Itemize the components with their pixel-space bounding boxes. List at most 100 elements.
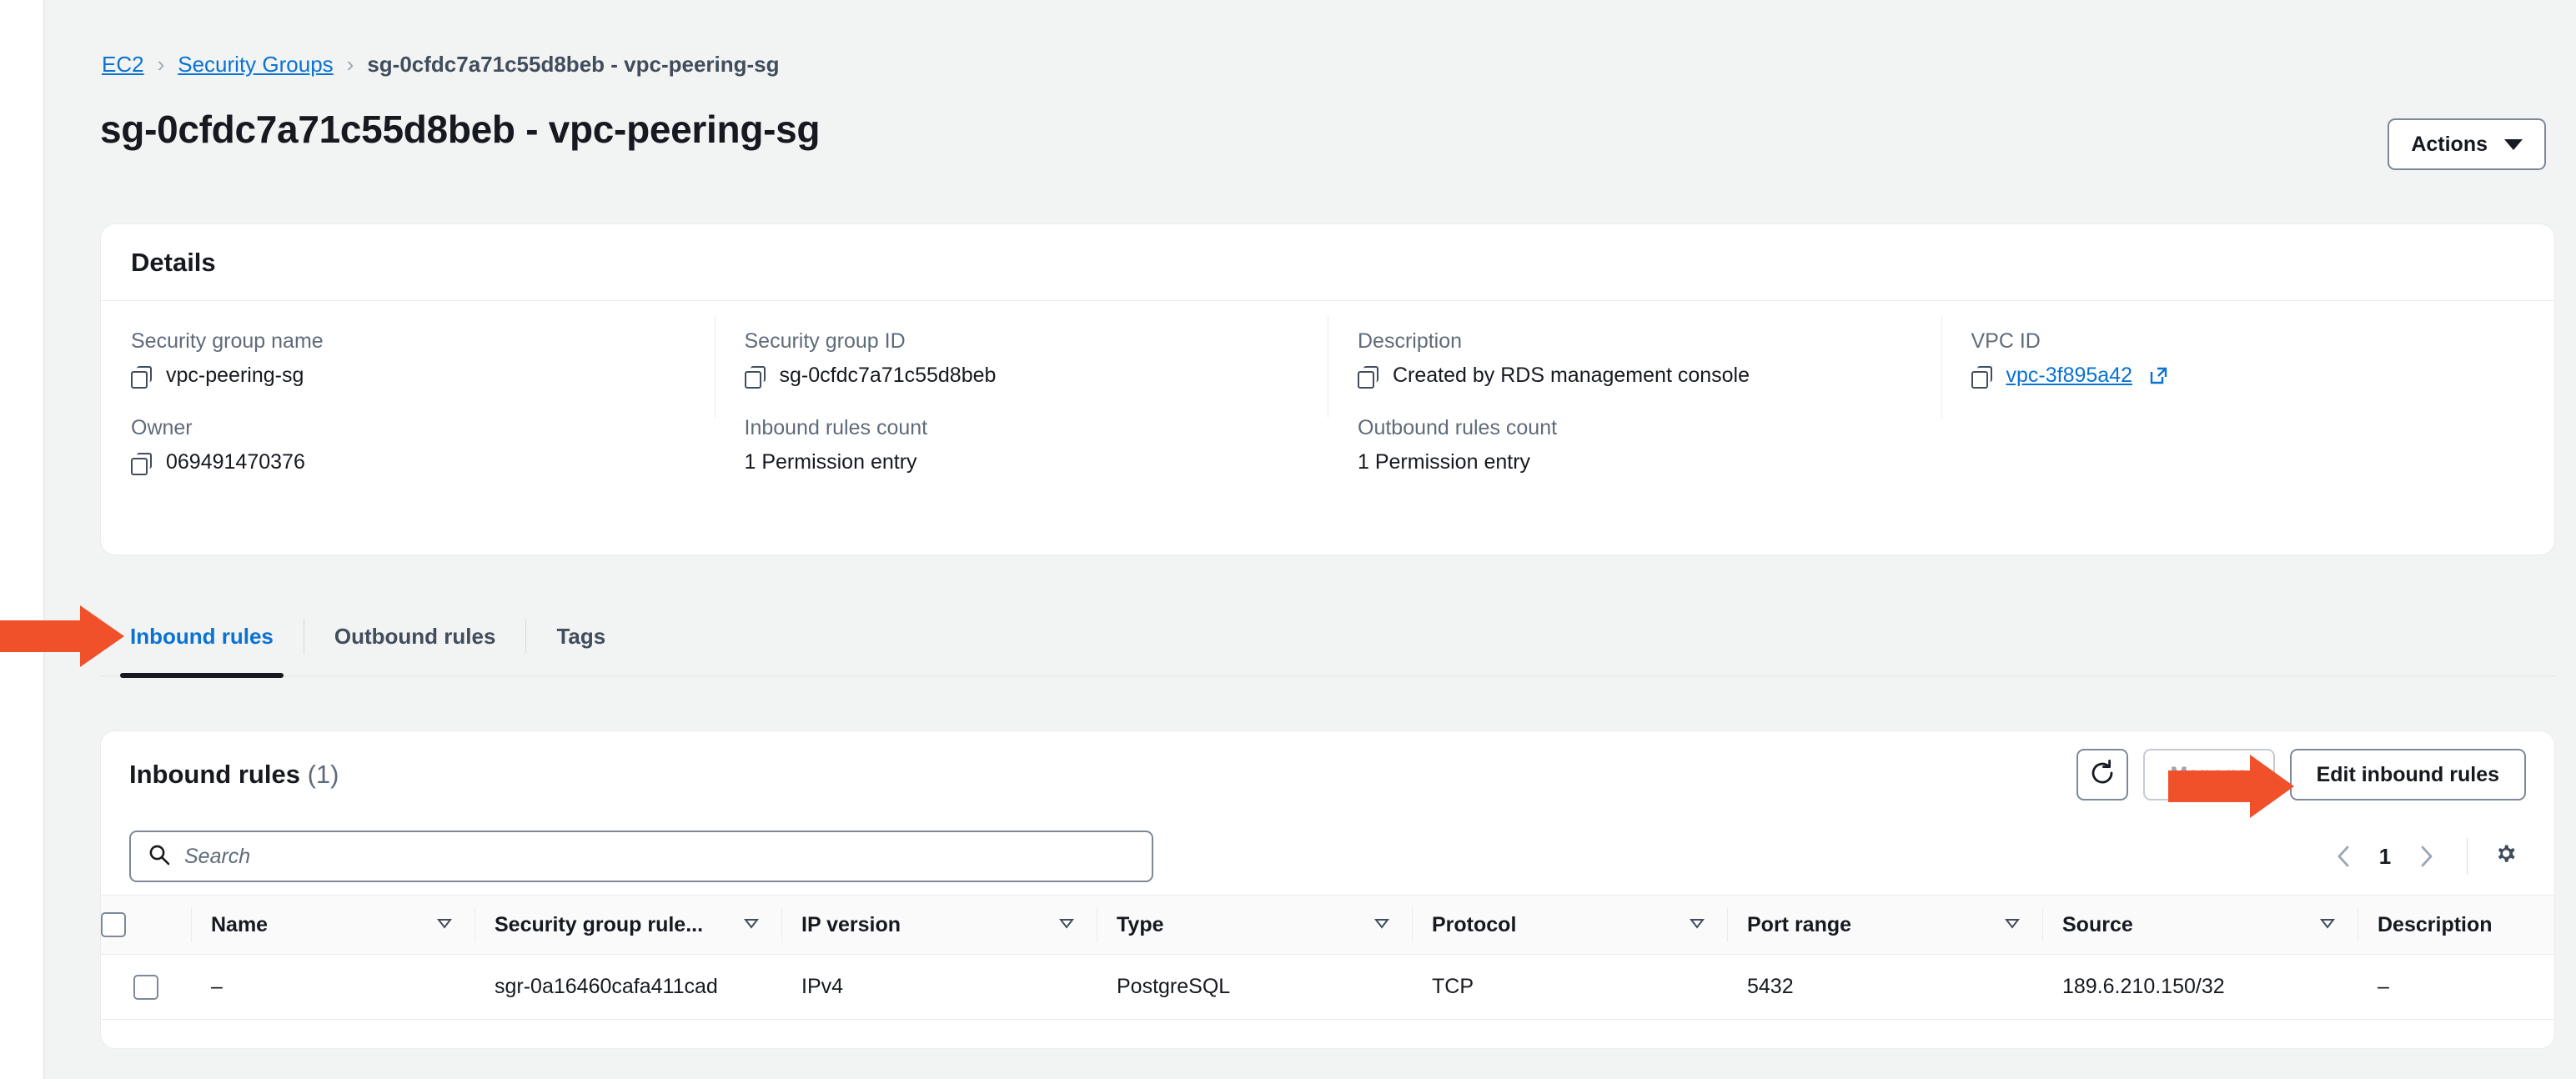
copy-icon[interactable] — [1358, 365, 1378, 389]
tab-label: Outbound rules — [334, 623, 496, 649]
page-title: sg-0cfdc7a71c55d8beb - vpc-peering-sg — [100, 108, 821, 151]
detail-value: sg-0cfdc7a71c55d8beb — [779, 364, 997, 387]
cell-description: – — [2378, 975, 2389, 998]
vpc-id-link[interactable]: vpc-3f895a42 — [2006, 364, 2133, 388]
column-header-type[interactable]: Type — [1097, 896, 1412, 954]
external-link-icon[interactable] — [2149, 366, 2168, 385]
details-card-body: Security group name vpc-peering-sg Owner… — [101, 301, 2554, 555]
column-header-label: Protocol — [1432, 912, 1517, 936]
detail-label: Security group name — [131, 329, 324, 353]
tab-inbound-rules[interactable]: Inbound rules — [100, 596, 304, 678]
detail-value-row: vpc-3f895a42 — [1971, 364, 2555, 389]
chevron-down-icon — [2504, 138, 2523, 150]
details-card: Details Security group name vpc-peering-… — [100, 223, 2555, 555]
row-checkbox[interactable] — [133, 974, 158, 1000]
sort-icon[interactable] — [2317, 913, 2337, 937]
column-header-label: Security group rule... — [495, 912, 704, 936]
column-header-name[interactable]: Name — [191, 896, 475, 954]
sort-icon[interactable] — [741, 913, 761, 937]
sort-icon[interactable] — [1057, 913, 1077, 937]
detail-label: Outbound rules count — [1358, 416, 1558, 439]
actions-button-label: Actions — [2411, 132, 2488, 156]
detail-field-owner: Owner 069491470376 — [131, 416, 715, 475]
table-preferences-button[interactable] — [2486, 836, 2526, 876]
detail-field-inbound-rules-count: Inbound rules count 1 Permission entry — [745, 416, 1328, 474]
gear-icon — [2491, 840, 2521, 874]
column-header-label: Description — [2378, 912, 2493, 936]
manage-button-label: Manage — [2170, 762, 2248, 786]
copy-icon[interactable] — [744, 365, 766, 389]
details-column-3: Description Created by RDS management co… — [1328, 301, 1941, 555]
cell-ip-version: IPv4 — [801, 975, 844, 998]
breadcrumb-item-ec2[interactable]: EC2 — [102, 52, 144, 78]
select-all-cell — [101, 896, 191, 954]
tab-outbound-rules[interactable]: Outbound rules — [304, 596, 526, 676]
copy-icon[interactable] — [131, 452, 152, 475]
table-header-row: Name Security group rule... IP version T… — [101, 895, 2554, 955]
detail-label: Owner — [131, 416, 193, 439]
details-card-header: Details — [101, 224, 2554, 301]
detail-label: Description — [1358, 329, 1463, 353]
detail-field-vpc-id: VPC ID vpc-3f895a42 — [1971, 329, 2555, 389]
column-header-source[interactable]: Source — [2042, 896, 2358, 954]
column-header-label: Port range — [1747, 912, 1852, 936]
column-header-ip-version[interactable]: IP version — [781, 896, 1097, 954]
detail-label: Security group ID — [744, 329, 906, 353]
column-header-label: IP version — [801, 912, 901, 936]
column-header-label: Name — [211, 912, 269, 936]
sort-icon[interactable] — [434, 913, 454, 937]
edit-inbound-rules-button[interactable]: Edit inbound rules — [2289, 749, 2526, 800]
breadcrumb-item-security-groups[interactable]: Security Groups — [178, 52, 333, 78]
edit-inbound-rules-label: Edit inbound rules — [2316, 762, 2499, 786]
column-header-description[interactable]: Description — [2358, 896, 2554, 954]
details-column-1: Security group name vpc-peering-sg Owner… — [101, 301, 715, 555]
sort-icon[interactable] — [2002, 913, 2022, 937]
details-column-2: Security group ID sg-0cfdc7a71c55d8beb I… — [714, 301, 1328, 555]
security-group-detail-page: EC2 › Security Groups › sg-0cfdc7a71c55d… — [0, 0, 2576, 1079]
detail-field-security-group-id: Security group ID sg-0cfdc7a71c55d8beb — [744, 329, 1328, 389]
detail-value-row: vpc-peering-sg — [131, 364, 715, 389]
detail-field-outbound-rules-count: Outbound rules count 1 Permission entry — [1358, 416, 1941, 474]
next-page-button[interactable] — [2403, 834, 2448, 879]
tab-tags[interactable]: Tags — [526, 596, 635, 676]
column-header-protocol[interactable]: Protocol — [1412, 896, 1727, 954]
column-header-security-group-rule-id[interactable]: Security group rule... — [475, 896, 781, 954]
manage-button[interactable]: Manage — [2143, 749, 2275, 800]
tab-label: Inbound rules — [130, 623, 274, 649]
row-select-cell — [101, 955, 191, 1019]
previous-page-button[interactable] — [2322, 834, 2367, 879]
cell-security-group-rule-id: sgr-0a16460cafa411cad — [495, 975, 718, 998]
inbound-rules-count: (1) — [307, 760, 339, 789]
refresh-button[interactable] — [2076, 749, 2129, 800]
copy-icon[interactable] — [1971, 365, 1992, 389]
detail-value-row: 1 Permission entry — [745, 450, 1328, 474]
inbound-rules-toolbar: Inbound rules (1) Manage Edit inbound ru… — [101, 731, 2554, 818]
sort-icon[interactable] — [1372, 913, 1392, 937]
inbound-rules-title-text: Inbound rules — [129, 760, 300, 789]
pagination: 1 — [2322, 834, 2526, 879]
detail-value: 1 Permission entry — [1358, 450, 1531, 474]
details-title: Details — [131, 247, 216, 277]
detail-value: vpc-peering-sg — [166, 364, 304, 387]
table-row[interactable]: – sgr-0a16460cafa411cad IPv4 PostgreSQL … — [101, 955, 2554, 1020]
breadcrumb-separator: › — [346, 52, 354, 77]
detail-value: Created by RDS management console — [1393, 364, 1750, 387]
inbound-rules-title: Inbound rules (1) — [129, 760, 339, 790]
search-input[interactable]: Search — [129, 831, 1153, 882]
column-header-port-range[interactable]: Port range — [1727, 896, 2042, 954]
page-number-1[interactable]: 1 — [2367, 844, 2403, 870]
breadcrumb-separator: › — [157, 52, 165, 77]
detail-field-security-group-name: Security group name vpc-peering-sg — [131, 329, 715, 389]
detail-value-row: 1 Permission entry — [1358, 450, 1941, 474]
copy-icon[interactable] — [131, 365, 152, 389]
column-header-label: Type — [1117, 912, 1164, 936]
cell-source: 189.6.210.150/32 — [2062, 975, 2225, 998]
select-all-checkbox[interactable] — [101, 912, 126, 937]
cell-name: – — [211, 975, 223, 998]
detail-value: 069491470376 — [166, 450, 305, 474]
sort-icon[interactable] — [1687, 913, 1707, 937]
cell-protocol: TCP — [1432, 975, 1474, 998]
details-column-4: VPC ID vpc-3f895a42 — [1941, 301, 2555, 555]
left-gutter — [0, 0, 45, 1079]
actions-button[interactable]: Actions — [2388, 118, 2546, 170]
